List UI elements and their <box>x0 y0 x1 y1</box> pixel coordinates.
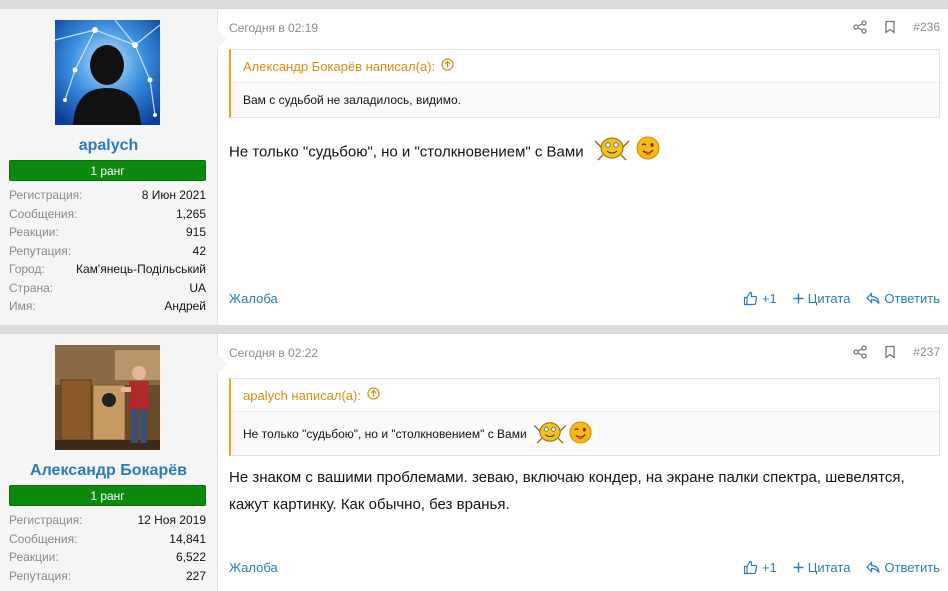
quote-author[interactable]: apalych написал(а): <box>243 388 361 403</box>
plus-icon <box>793 293 804 304</box>
username[interactable]: apalych <box>0 137 217 155</box>
user-stats: Регистрация: 12 Ноя 2019 Сообщения: 14,841… <box>9 511 206 585</box>
stat-reputation: Репутация: 227 <box>9 568 206 583</box>
post-number[interactable]: #236 <box>913 20 940 34</box>
post-date[interactable]: Сегодня в 02:22 <box>229 346 318 360</box>
avatar[interactable] <box>55 20 160 125</box>
report-link[interactable]: Жалоба <box>229 291 278 306</box>
stat-name: Имя: Андрей <box>9 299 206 313</box>
message-text: Не только "судьбою", но и "столкновением… <box>229 143 584 161</box>
post-number[interactable]: #237 <box>913 345 940 359</box>
stat-registration: Регистрация: 8 Июн 2021 <box>9 188 206 202</box>
stat-country: Страна: UA <box>9 280 206 295</box>
share-icon[interactable] <box>853 345 867 359</box>
post-message: Не только "судьбою", но и "столкновением… <box>229 135 940 170</box>
post-tools: #236 <box>853 20 940 34</box>
reply-label: Ответить <box>884 560 940 575</box>
post-actions: +1 Цитата Ответить <box>743 291 940 306</box>
avatar[interactable] <box>55 345 160 450</box>
user-info: apalych 1 ранг Регистрация: 8 Июн 2021 Со… <box>0 9 218 325</box>
bookmark-icon[interactable] <box>883 20 897 34</box>
post-main: Сегодня в 02:22 #237 apalych написал(а):… <box>229 334 940 591</box>
like-button[interactable]: +1 <box>743 560 777 575</box>
reply-button[interactable]: Ответить <box>866 560 940 575</box>
post-message: Не знаком с вашими проблемами. зеваю, вк… <box>229 469 905 513</box>
stat-messages: Сообщения: 1,265 <box>9 206 206 221</box>
user-info: Александр Бокарёв 1 ранг Регистрация: 12 … <box>0 334 218 591</box>
like-count: +1 <box>761 291 777 306</box>
share-icon[interactable] <box>853 20 867 34</box>
post-tools: #237 <box>853 345 940 359</box>
rank-badge: 1 ранг <box>9 160 206 181</box>
quote-button[interactable]: Цитата <box>793 560 851 575</box>
quote-author[interactable]: Александр Бокарёв написал(а): <box>243 59 435 74</box>
thumbs-up-icon <box>743 291 758 306</box>
arrow-up-circle-icon[interactable] <box>441 58 454 74</box>
quote-text: Не только "судьбою", но и "столкновением… <box>243 426 527 441</box>
reply-icon <box>866 292 881 304</box>
stat-messages: Сообщения: 14,841 <box>9 531 206 546</box>
bookmark-icon[interactable] <box>883 345 897 359</box>
rank-badge: 1 ранг <box>9 485 206 506</box>
wink-smiley-icon <box>569 420 592 447</box>
reply-icon <box>866 561 881 573</box>
like-count: +1 <box>761 560 777 575</box>
arrow-up-circle-icon[interactable] <box>367 387 380 403</box>
quote-label: Цитата <box>807 291 851 306</box>
quote-text: Вам с судьбой не заладилось, видимо. <box>231 83 939 117</box>
plus-icon <box>793 562 804 573</box>
quote-header[interactable]: Александр Бокарёв написал(а): <box>231 50 939 83</box>
post-actions: +1 Цитата Ответить <box>743 560 940 575</box>
quote-header[interactable]: apalych написал(а): <box>231 379 939 412</box>
report-link[interactable]: Жалоба <box>229 560 278 575</box>
post-236: apalych 1 ранг Регистрация: 8 Июн 2021 Со… <box>0 8 948 325</box>
stat-reactions: Реакции: 915 <box>9 225 206 239</box>
user-stats: Регистрация: 8 Июн 2021 Сообщения: 1,265 Р… <box>9 186 206 316</box>
reply-button[interactable]: Ответить <box>866 291 940 306</box>
post-arrow <box>217 354 227 374</box>
stat-reputation: Репутация: 42 <box>9 243 206 258</box>
stat-city: Город: Кам'янець-Подільський <box>9 262 206 276</box>
reply-label: Ответить <box>884 291 940 306</box>
quote-label: Цитата <box>807 560 851 575</box>
post-main: Сегодня в 02:19 #236 Александр Бокарёв н… <box>229 9 940 325</box>
wink-smiley-icon <box>636 136 660 169</box>
quote-block: Александр Бокарёв написал(а): Вам с судь… <box>229 49 940 118</box>
stat-registration: Регистрация: 12 Ноя 2019 <box>9 513 206 527</box>
stat-reactions: Реакции: 6,522 <box>9 550 206 564</box>
username[interactable]: Александр Бокарёв <box>0 462 217 480</box>
quote-block: apalych написал(а): Не только "судьбою",… <box>229 378 940 456</box>
thumbs-up-icon <box>743 560 758 575</box>
post-date[interactable]: Сегодня в 02:19 <box>229 21 318 35</box>
dancing-smiley-icon <box>533 420 567 447</box>
post-arrow <box>217 29 227 49</box>
dancing-smiley-icon <box>594 135 630 170</box>
post-237: Александр Бокарёв 1 ранг Регистрация: 12 … <box>0 333 948 591</box>
quote-body: Не только "судьбою", но и "столкновением… <box>231 412 939 455</box>
like-button[interactable]: +1 <box>743 291 777 306</box>
quote-button[interactable]: Цитата <box>793 291 851 306</box>
